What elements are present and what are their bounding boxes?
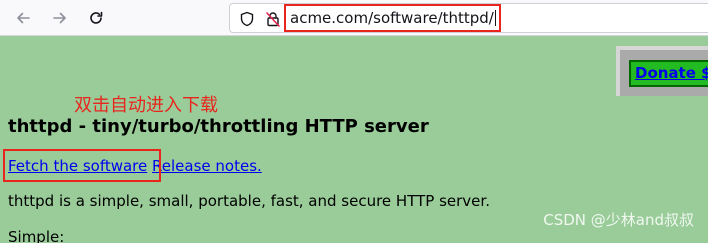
simple-label: Simple: [8, 228, 65, 243]
page-title: thttpd - tiny/turbo/throttling HTTP serv… [8, 116, 429, 137]
insecure-lock-icon[interactable] [264, 10, 282, 28]
address-bar[interactable]: acme.com/software/thttpd/ [229, 3, 708, 33]
donate-button[interactable]: Donate $ [629, 60, 708, 87]
forward-arrow-icon[interactable] [48, 6, 72, 30]
web-page: Donate $ 双击自动进入下载 thttpd - tiny/turbo/th… [0, 36, 708, 243]
url-text[interactable]: acme.com/software/thttpd/ [290, 9, 496, 27]
links-row: Fetch the software Release notes. [8, 156, 262, 176]
browser-toolbar: acme.com/software/thttpd/ [0, 0, 708, 36]
text-caret [494, 10, 496, 26]
donate-panel: Donate $ [616, 46, 708, 96]
annotation-label: 双击自动进入下载 [74, 95, 218, 116]
tracking-protection-shield-icon[interactable] [238, 10, 256, 28]
reload-icon[interactable] [84, 6, 108, 30]
release-notes-link[interactable]: Release notes. [152, 157, 262, 175]
watermark: CSDN @少林and叔叔 [543, 211, 694, 229]
url-value: acme.com/software/thttpd/ [290, 9, 494, 27]
description-text: thttpd is a simple, small, portable, fas… [8, 192, 490, 210]
fetch-software-link[interactable]: Fetch the software [8, 157, 147, 175]
back-arrow-icon[interactable] [11, 6, 35, 30]
